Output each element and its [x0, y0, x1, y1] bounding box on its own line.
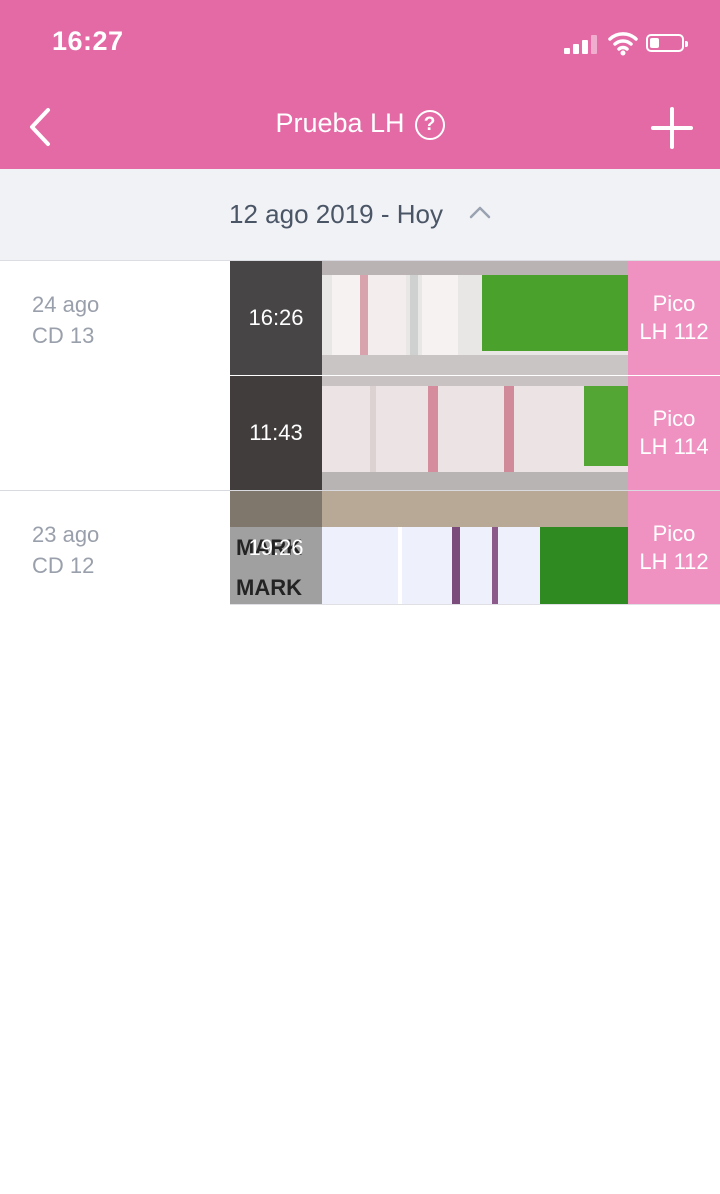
status-time: 16:27 [52, 26, 124, 56]
test-strip-photo: 16:26 [230, 261, 628, 375]
day-label: 23 ago CD 12 [32, 519, 99, 581]
test-strip-photo: MARK MARK 19:26 [230, 491, 628, 605]
help-circle-icon[interactable]: ? [414, 110, 445, 140]
wifi-icon [608, 32, 638, 56]
list-end-divider [230, 604, 720, 605]
result-label: Pico [652, 291, 696, 316]
day-date: 23 ago [32, 522, 100, 547]
day-date: 24 ago [32, 292, 100, 317]
cycle-day: CD 12 [32, 553, 95, 578]
entry-time: 16:26 [230, 261, 322, 375]
result-badge: Pico LH 112 [628, 491, 720, 605]
result-value: LH 112 [639, 549, 709, 574]
chevron-up-icon[interactable] [469, 205, 491, 219]
entry-time: 11:43 [230, 376, 322, 490]
test-entry[interactable]: 16:26 Pico LH 112 [230, 261, 720, 375]
page-title: Prueba LH [275, 108, 405, 138]
result-value: LH 112 [639, 319, 709, 344]
day-label: 24 ago CD 13 [32, 289, 99, 351]
result-label: Pico [652, 521, 696, 546]
result-label: Pico [652, 406, 696, 431]
result-badge: Pico LH 114 [628, 376, 720, 490]
day-group: 24 ago CD 13 16:26 Pico LH 112 11:43 Pic… [0, 261, 720, 491]
nav-title-wrap: Prueba LH? [0, 108, 720, 140]
entry-divider [230, 375, 720, 376]
day-group: 23 ago CD 12 MARK MARK 19:26 Pico LH 112 [0, 491, 720, 605]
date-range-label: 12 ago 2019 - Hoy [229, 199, 443, 229]
result-badge: Pico LH 112 [628, 261, 720, 375]
test-entry[interactable]: MARK MARK 19:26 Pico LH 112 [230, 491, 720, 605]
test-entry[interactable]: 11:43 Pico LH 114 [230, 376, 720, 490]
date-range-bar[interactable]: 12 ago 2019 - Hoy [0, 169, 720, 261]
plus-icon [651, 107, 693, 149]
battery-icon [646, 34, 688, 52]
result-value: LH 114 [639, 434, 709, 459]
cycle-day: CD 13 [32, 323, 95, 348]
entry-time: 19:26 [248, 535, 304, 560]
add-button[interactable] [650, 106, 694, 150]
test-strip-photo: 11:43 [230, 376, 628, 490]
signal-icon [564, 34, 598, 54]
header: 16:27 Prueba LH? [0, 0, 720, 169]
